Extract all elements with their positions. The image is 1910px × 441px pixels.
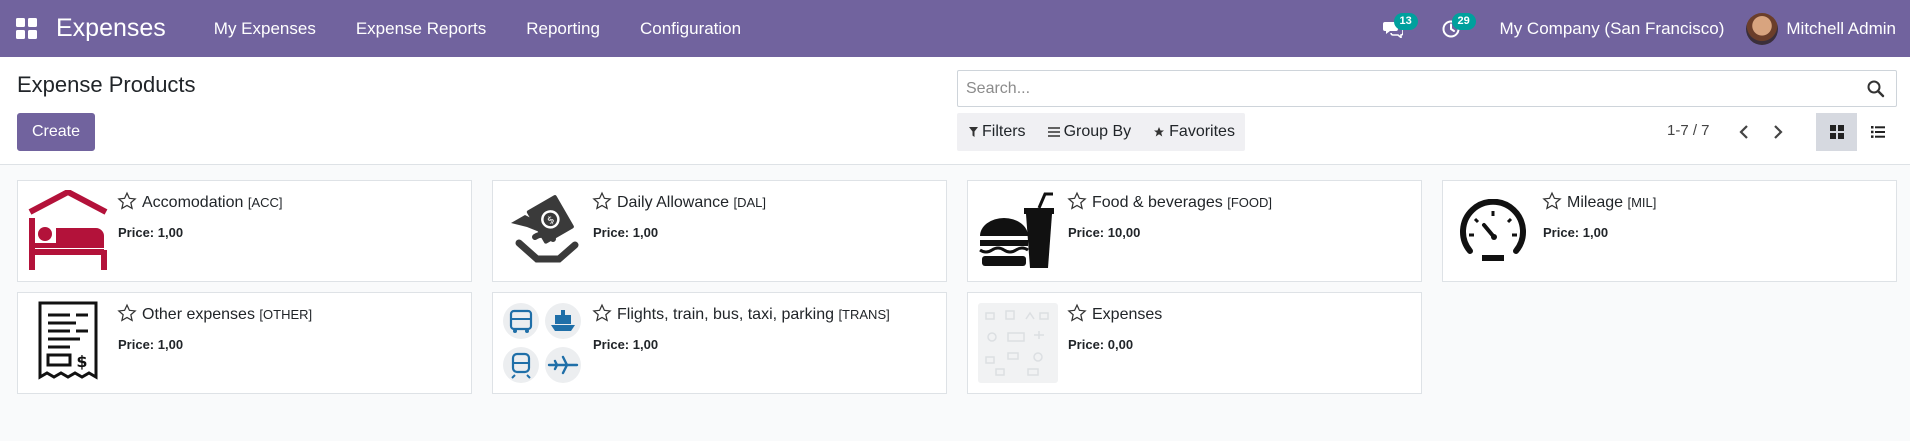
hotel-bed-icon bbox=[26, 189, 110, 273]
app-title[interactable]: Expenses bbox=[56, 14, 166, 43]
filters-button[interactable]: Filters bbox=[969, 123, 1026, 141]
menu-configuration[interactable]: Configuration bbox=[620, 0, 761, 57]
product-code: [MIL] bbox=[1627, 195, 1657, 210]
product-price: Price: 1,00 bbox=[118, 225, 184, 240]
product-code: [FOOD] bbox=[1227, 195, 1272, 210]
kanban-card-daily-allowance[interactable]: $ Daily Allowance [DAL] Price: 1,00 bbox=[492, 180, 947, 282]
group-by-button[interactable]: Group By bbox=[1047, 123, 1132, 141]
kanban-icon bbox=[1829, 125, 1844, 139]
favorite-star-icon[interactable] bbox=[117, 191, 137, 211]
filter-icon bbox=[969, 127, 978, 137]
messages-button[interactable]: 13 bbox=[1364, 0, 1422, 57]
kanban-card-food-beverages[interactable]: Food & beverages [FOOD] Price: 10,00 bbox=[967, 180, 1422, 282]
placeholder-image-icon bbox=[976, 301, 1060, 385]
kanban-card-expenses[interactable]: Expenses Price: 0,00 bbox=[967, 292, 1422, 394]
pager-previous-button[interactable] bbox=[1730, 118, 1758, 146]
kanban-card-other-expenses[interactable]: $ Other expenses [OTHER] Price: 1,00 bbox=[17, 292, 472, 394]
product-price: Price: 1,00 bbox=[593, 337, 659, 352]
product-name: Food & beverages [FOOD] bbox=[1092, 194, 1272, 211]
chevron-left-icon bbox=[1739, 125, 1748, 139]
product-price: Price: 1,00 bbox=[593, 225, 659, 240]
user-name: Mitchell Admin bbox=[1786, 18, 1896, 38]
kanban-view-button[interactable] bbox=[1816, 113, 1857, 151]
search-input[interactable]: Search... bbox=[958, 80, 1866, 98]
product-code: [TRANS] bbox=[838, 307, 890, 322]
kanban-card-mileage[interactable]: Mileage [MIL] Price: 1,00 bbox=[1442, 180, 1897, 282]
view-switcher bbox=[1816, 113, 1898, 151]
menu-my-expenses[interactable]: My Expenses bbox=[194, 0, 336, 57]
pager-next-button[interactable] bbox=[1764, 118, 1792, 146]
create-button[interactable]: Create bbox=[17, 113, 96, 151]
product-code: [OTHER] bbox=[259, 307, 313, 322]
receipt-icon: $ bbox=[26, 301, 110, 385]
product-name: Flights, train, bus, taxi, parking [TRAN… bbox=[617, 306, 890, 323]
product-code: [ACC] bbox=[247, 195, 283, 210]
money-hand-icon: $ bbox=[501, 189, 585, 273]
favorite-star-icon[interactable] bbox=[592, 303, 612, 323]
product-price: Price: 10,00 bbox=[1068, 225, 1141, 240]
list-view-button[interactable] bbox=[1857, 113, 1898, 151]
product-code: [DAL] bbox=[733, 195, 767, 210]
favorite-star-icon[interactable] bbox=[1067, 191, 1087, 211]
apps-menu-button[interactable] bbox=[0, 0, 52, 57]
product-name: Accomodation [ACC] bbox=[142, 194, 283, 211]
filters-label: Filters bbox=[982, 123, 1026, 140]
product-price: Price: 1,00 bbox=[118, 337, 184, 352]
search-options: Filters Group By Favorites bbox=[957, 113, 1245, 151]
user-menu[interactable]: Mitchell Admin bbox=[1746, 12, 1910, 45]
transport-icons bbox=[501, 301, 585, 385]
product-name: Mileage [MIL] bbox=[1567, 194, 1657, 211]
menu-expense-reports[interactable]: Expense Reports bbox=[336, 0, 506, 57]
favorite-star-icon[interactable] bbox=[1542, 191, 1562, 211]
pager-value[interactable]: 1-7 / 7 bbox=[1667, 122, 1710, 139]
product-name: Daily Allowance [DAL] bbox=[617, 194, 767, 211]
product-name: Other expenses [OTHER] bbox=[142, 306, 313, 323]
menu-reporting[interactable]: Reporting bbox=[506, 0, 620, 57]
avatar bbox=[1746, 12, 1779, 45]
activities-badge: 29 bbox=[1451, 13, 1476, 30]
chevron-right-icon bbox=[1774, 125, 1783, 139]
company-switcher[interactable]: My Company (San Francisco) bbox=[1480, 19, 1747, 39]
kanban-card-accomodation[interactable]: Accomodation [ACC] Price: 1,00 bbox=[17, 180, 472, 282]
search-box[interactable]: Search... bbox=[957, 70, 1897, 107]
top-navbar: Expenses My Expenses Expense Reports Rep… bbox=[0, 0, 1910, 57]
search-icon[interactable] bbox=[1866, 79, 1886, 99]
favorite-star-icon[interactable] bbox=[592, 191, 612, 211]
star-icon bbox=[1154, 127, 1165, 137]
favorites-label: Favorites bbox=[1169, 123, 1235, 140]
messages-badge: 13 bbox=[1393, 13, 1418, 30]
product-price: Price: 0,00 bbox=[1068, 337, 1134, 352]
apps-grid-icon bbox=[15, 18, 37, 39]
favorite-star-icon[interactable] bbox=[117, 303, 137, 323]
bars-icon bbox=[1047, 127, 1060, 137]
page-title: Expense Products bbox=[17, 72, 196, 97]
kanban-card-transport[interactable]: Flights, train, bus, taxi, parking [TRAN… bbox=[492, 292, 947, 394]
product-price: Price: 1,00 bbox=[1543, 225, 1609, 240]
activities-button[interactable]: 29 bbox=[1422, 0, 1480, 57]
group-by-label: Group By bbox=[1063, 123, 1132, 140]
svg-text:$: $ bbox=[76, 352, 87, 371]
favorite-star-icon[interactable] bbox=[1067, 303, 1087, 323]
list-icon bbox=[1870, 126, 1885, 138]
speedometer-icon bbox=[1451, 189, 1535, 273]
favorites-button[interactable]: Favorites bbox=[1153, 123, 1235, 141]
product-name: Expenses bbox=[1092, 306, 1163, 323]
burger-drink-icon bbox=[976, 189, 1060, 273]
